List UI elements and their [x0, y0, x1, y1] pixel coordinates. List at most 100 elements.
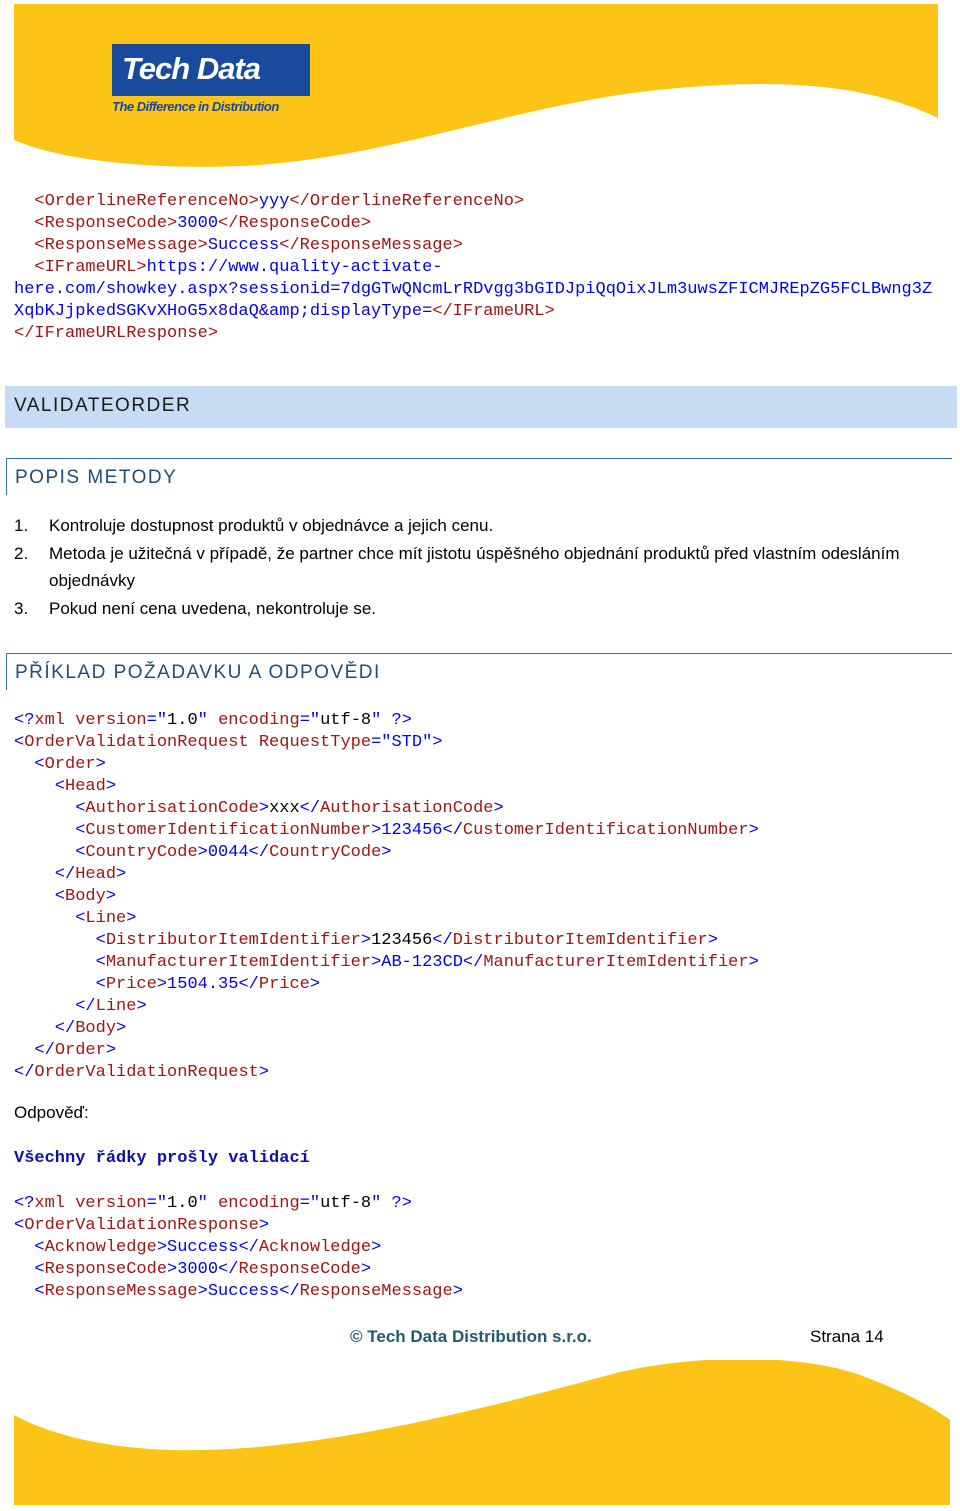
list-item: 3. Pokud není cena uvedena, nekontroluje … — [14, 595, 914, 623]
code-token: RequestType — [248, 733, 372, 752]
code-token: CustomerIdentificationNumber — [85, 821, 372, 840]
list-text: Metoda je užitečná v případě, že partner… — [49, 543, 900, 591]
code-line: <OrderValidationResponse> — [14, 1215, 463, 1237]
heading-text: POPIS METODY — [15, 467, 178, 488]
code-token: </ — [442, 821, 463, 840]
code-token: Body — [75, 1019, 117, 1038]
code-token: </ — [238, 1238, 259, 1257]
code-line: <Price>1504.35</Price> — [14, 974, 759, 996]
code-token: AuthorisationCode — [85, 799, 259, 818]
code-token: <? — [14, 1194, 35, 1213]
code-block-response: <?xml version="1.0" encoding="utf-8" ?> <… — [14, 1193, 463, 1303]
code-token: 1.0 — [167, 711, 198, 730]
code-line: <DistributorItemIdentifier>123456</Distr… — [14, 930, 759, 952]
list-number: 3. — [14, 598, 29, 618]
code-token: > — [748, 821, 759, 840]
section-title: VALIDATEORDER — [14, 395, 192, 416]
logo-text: Tech Data — [122, 51, 261, 86]
code-token: < — [14, 1260, 45, 1279]
code-token: > — [116, 865, 127, 884]
code-token: </IFrameURL> — [432, 302, 555, 321]
code-token: > — [452, 1282, 463, 1301]
code-token: Line — [85, 909, 127, 928]
code-line: <CustomerIdentificationNumber>123456</Cu… — [14, 820, 759, 842]
code-line: <Head> — [14, 776, 759, 798]
code-token: </IFrameURLResponse> — [14, 324, 219, 343]
code-token: > — [360, 931, 372, 950]
code-token: > — [156, 975, 168, 994]
code-line: <?xml version="1.0" encoding="utf-8" ?> — [14, 1193, 463, 1215]
code-line: <ResponseCode>3000</ResponseCode> — [14, 213, 932, 235]
code-token: <? — [14, 711, 35, 730]
footer-copyright: © Tech Data Distribution s.r.o. — [350, 1327, 592, 1346]
response-label: Odpověď: — [14, 1103, 89, 1122]
code-token: ResponseCode — [44, 1260, 168, 1279]
code-token: > — [105, 887, 117, 906]
code-token: CountryCode — [85, 843, 198, 862]
code-token: version — [65, 1194, 147, 1213]
code-token: =" — [299, 711, 321, 730]
code-token: Acknowledge — [258, 1238, 372, 1257]
code-line: XqbKJjpkedSGKvXHoG5x8daQ&amp;displayType… — [14, 301, 932, 323]
code-token: Success — [207, 1282, 280, 1301]
code-token: DistributorItemIdentifier — [452, 931, 708, 950]
code-token: Body — [65, 887, 106, 906]
code-token: < — [14, 1238, 45, 1257]
code-token: </ — [14, 1041, 55, 1060]
list-number: 2. — [14, 543, 29, 563]
code-line: </IFrameURLResponse> — [14, 323, 932, 345]
code-token: </ — [279, 1282, 300, 1301]
footer-wave — [14, 1360, 950, 1505]
code-token: </ — [14, 1063, 35, 1082]
heading-example: PŘÍKLAD POŽADAVKU A ODPOVĚDI — [6, 653, 952, 690]
code-token: Price — [258, 975, 310, 994]
code-line: <Body> — [14, 886, 759, 908]
code-token: xml — [34, 711, 66, 730]
code-token: > — [493, 799, 504, 818]
code-token: < — [14, 1216, 25, 1235]
code-line: <OrderlineReferenceNo>yyy</OrderlineRefe… — [14, 191, 932, 213]
code-token: " — [197, 1194, 219, 1213]
list-item: 2. Metoda je užitečná v případě, že partn… — [14, 540, 914, 595]
code-token: encoding — [218, 1194, 300, 1213]
code-line: <AuthorisationCode>xxx</AuthorisationCod… — [14, 798, 759, 820]
list-text: Pokud není cena uvedena, nekontroluje se… — [49, 598, 377, 618]
code-token: </OrderlineReferenceNo> — [289, 192, 525, 211]
code-token: CustomerIdentificationNumber — [462, 821, 749, 840]
code-token: ResponseMessage — [44, 1282, 198, 1301]
code-token: < — [14, 821, 86, 840]
code-token: > — [707, 931, 718, 950]
code-token: Order — [54, 1041, 106, 1060]
code-line: <ResponseMessage>Success</ResponseMessag… — [14, 235, 932, 257]
code-token: Success — [167, 1238, 239, 1257]
code-token: OrderValidationRequest — [34, 1063, 259, 1082]
code-line: <Line> — [14, 908, 759, 930]
code-token: Order — [44, 755, 96, 774]
code-token: > — [156, 1238, 168, 1257]
code-line: <ResponseCode>3000</ResponseCode> — [14, 1259, 463, 1281]
page-number: Strana 14 — [810, 1327, 884, 1346]
code-token: https://www.quality-activate- — [146, 258, 443, 277]
code-token: > — [309, 975, 321, 994]
code-token: =" — [299, 1194, 321, 1213]
code-token: > — [371, 953, 382, 972]
method-description-list: 1. Kontroluje dostupnost produktů v objed… — [14, 512, 914, 622]
code-token: " ?> — [371, 1194, 412, 1213]
code-token: > — [360, 1260, 372, 1279]
code-token: utf-8 — [320, 711, 372, 730]
code-token: > — [258, 1063, 270, 1082]
code-token: < — [14, 755, 45, 774]
code-token: <ResponseMessage> — [34, 236, 208, 255]
code-token: < — [14, 953, 106, 972]
code-token: DistributorItemIdentifier — [105, 931, 361, 950]
code-line: </OrderValidationRequest> — [14, 1062, 759, 1084]
code-token: xxx — [269, 799, 300, 818]
code-token: ManufacturerItemIdentifier — [483, 953, 749, 972]
code-token: > — [258, 1216, 270, 1235]
code-token: > — [116, 1019, 127, 1038]
code-token: < — [14, 975, 106, 994]
code-token: OrderValidationRequest — [24, 733, 249, 752]
